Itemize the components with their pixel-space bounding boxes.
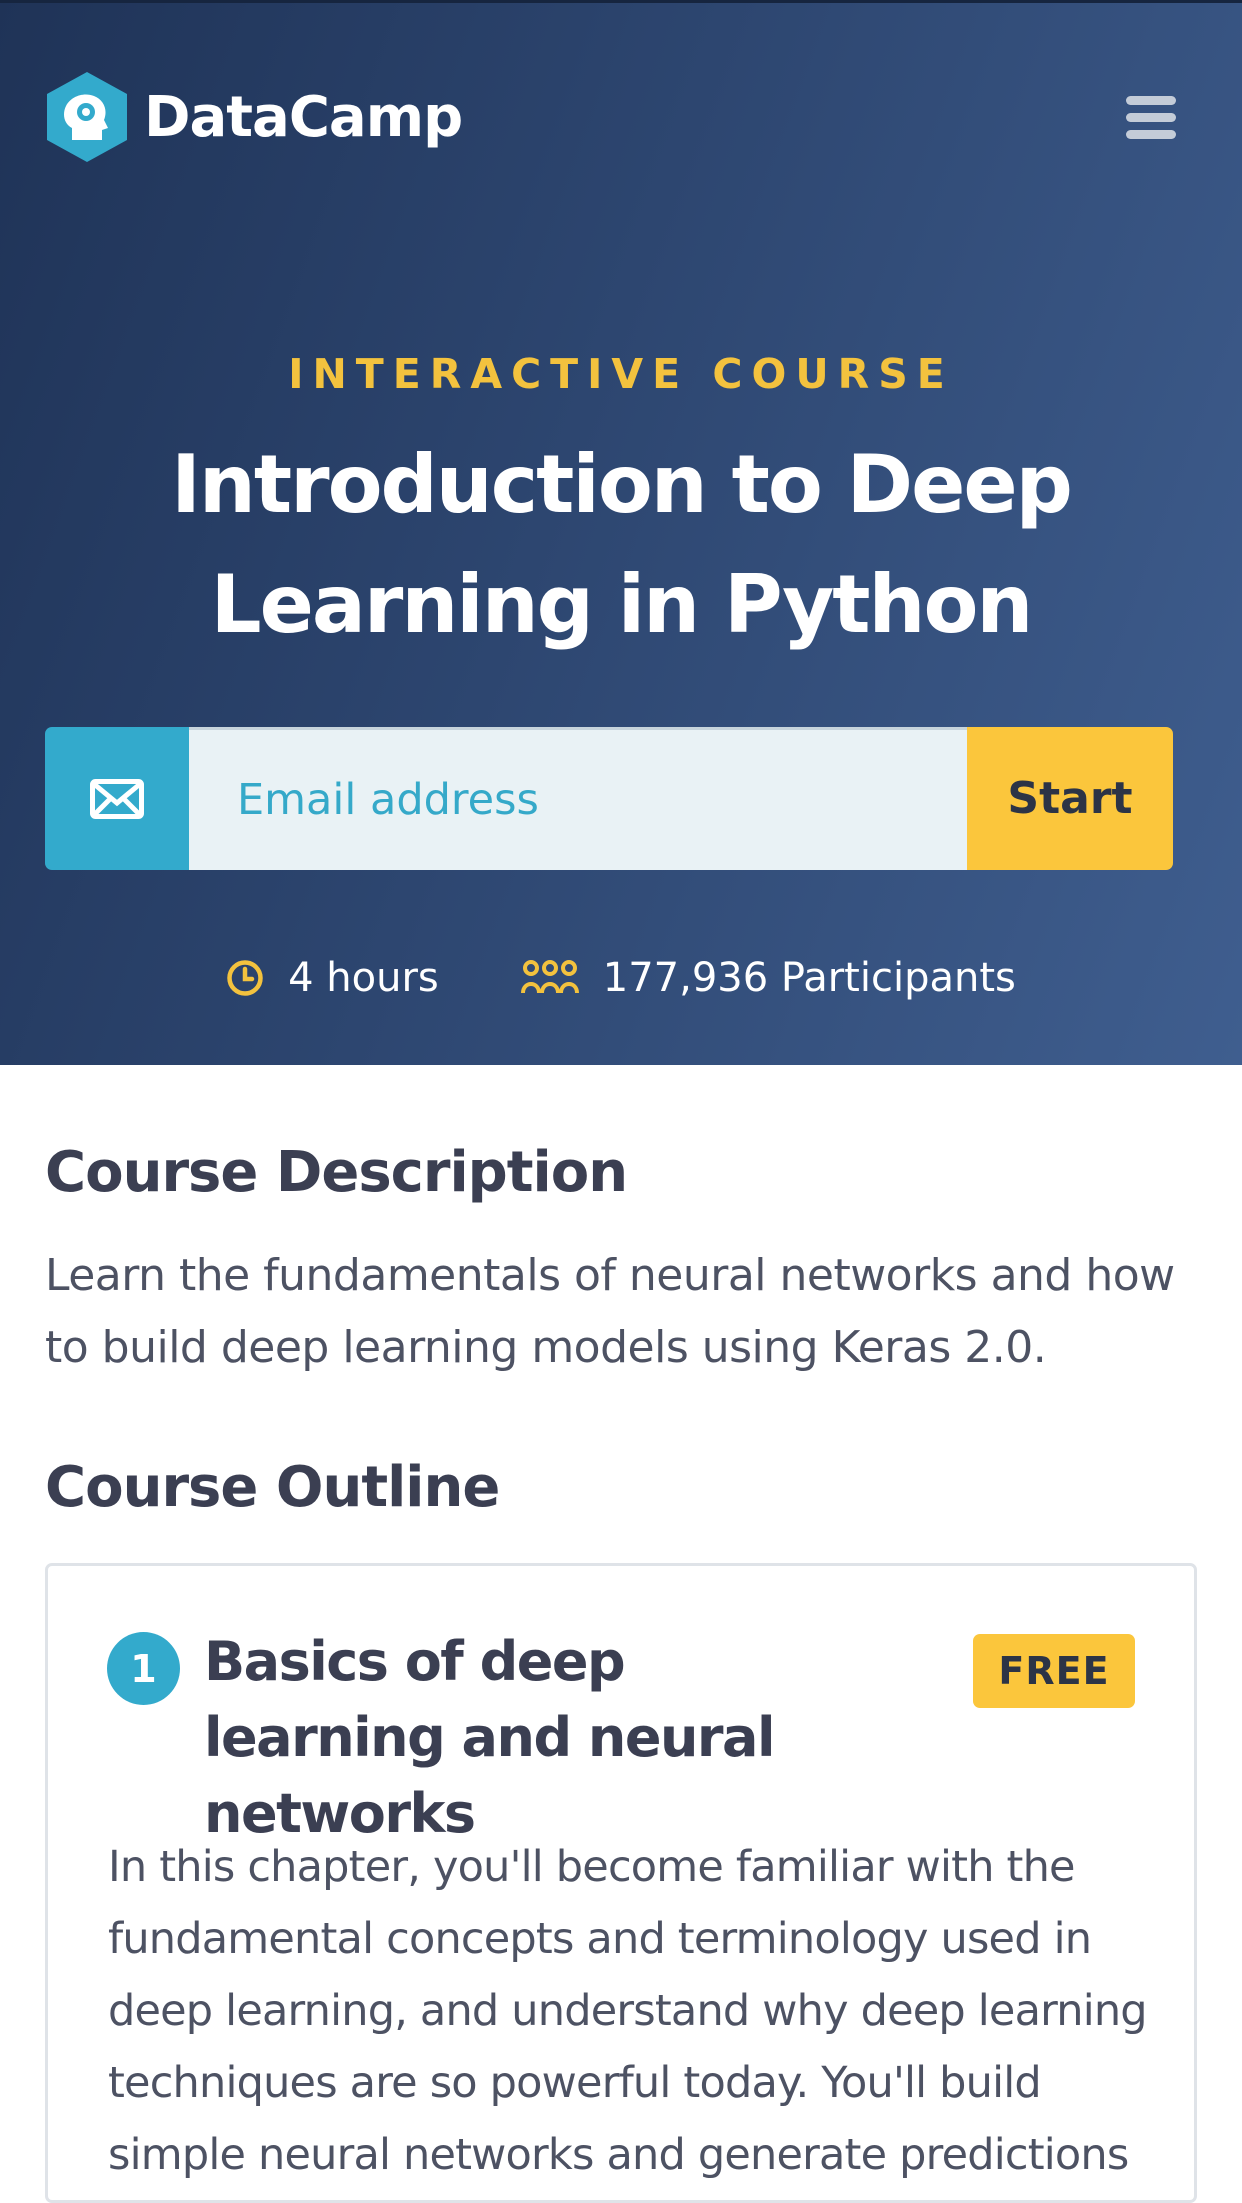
course-description-text: Learn the fundamentals of neural network… (45, 1250, 1175, 1373)
participants-text: 177,936 Participants (602, 955, 1016, 1001)
free-badge: FREE (973, 1634, 1135, 1708)
mail-icon-box (45, 727, 189, 870)
participants-stat: 177,936 Participants (520, 955, 1016, 1001)
menu-icon[interactable] (1126, 96, 1182, 140)
course-description-heading: Course Description (45, 1140, 628, 1205)
start-button[interactable]: Start (967, 727, 1173, 870)
course-stats: 4 hours 177,936 Participants (0, 955, 1242, 1001)
datacamp-logo[interactable]: DataCamp (44, 70, 463, 164)
clock-icon (227, 960, 263, 996)
chapter-description: In this chapter, you'll become familiar … (108, 1842, 1148, 2180)
course-outline-heading: Course Outline (45, 1455, 500, 1520)
mail-icon (90, 778, 144, 819)
top-border (0, 0, 1242, 3)
chapter-number: 1 (107, 1632, 180, 1705)
course-title: Introduction to Deep Learning in Python (171, 438, 1073, 651)
duration-text: 4 hours (288, 955, 439, 1001)
duration-stat: 4 hours (226, 955, 439, 1001)
brand-name: DataCamp (144, 84, 463, 150)
participants-icon (520, 960, 579, 994)
email-input[interactable] (189, 727, 967, 870)
datacamp-logo-icon (47, 72, 127, 162)
signup-form: Start (45, 727, 1173, 870)
chapter-card[interactable]: 1 Basics of deep learning and neural net… (45, 1563, 1197, 2203)
hero-header: DataCamp INTERACTIVE COURSE Introduction… (0, 0, 1242, 1065)
chapter-title[interactable]: Basics of deep learning and neural netwo… (204, 1624, 804, 1852)
course-type-label: INTERACTIVE COURSE (288, 350, 954, 398)
